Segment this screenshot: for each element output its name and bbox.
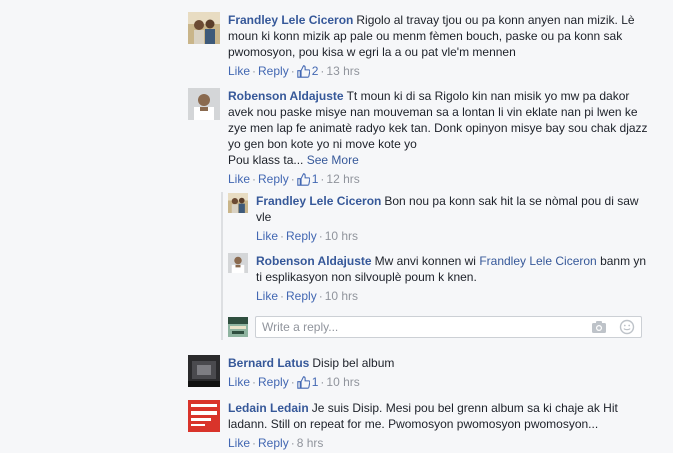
timestamp[interactable]: 13 hrs (326, 64, 359, 78)
reply-button[interactable]: Reply (286, 229, 317, 243)
reply-input[interactable] (256, 317, 588, 337)
reply-robenson: Robenson Aldajuste Mw anvi konnen wi Fran… (228, 253, 648, 305)
like-button[interactable]: Like (228, 64, 250, 78)
reply-button[interactable]: Reply (258, 436, 289, 450)
avatar[interactable] (188, 355, 220, 387)
comment-ledain: Ledain Ledain Je suis Disip. Mesi pou bel… (188, 400, 648, 453)
avatar (228, 317, 248, 337)
thumbs-up-icon (296, 375, 310, 389)
timestamp[interactable]: 8 hrs (297, 436, 324, 450)
avatar[interactable] (188, 400, 220, 432)
timestamp[interactable]: 10 hrs (325, 289, 358, 303)
comment-text: Frandley Lele Ciceron Rigolo al travay tj… (228, 13, 635, 59)
author-name[interactable]: Frandley Lele Ciceron (256, 194, 381, 208)
reply-actions: Like · Reply · 10 hrs (256, 229, 359, 243)
reply-text: Frandley Lele Ciceron Bon nou pa konn sak… (256, 194, 639, 224)
author-name[interactable]: Robenson Aldajuste (256, 254, 372, 268)
like-count[interactable]: 1 (296, 171, 318, 187)
camera-icon[interactable] (591, 320, 607, 334)
comment-robenson: Robenson Aldajuste Tt moun ki di sa Rigol… (188, 88, 648, 188)
like-button[interactable]: Like (228, 172, 250, 186)
comment-text: Bernard Latus Disip bel album (228, 356, 395, 370)
like-button[interactable]: Like (256, 289, 278, 303)
avatar[interactable] (188, 88, 220, 120)
like-button[interactable]: Like (228, 375, 250, 389)
reply-composer[interactable] (255, 316, 642, 338)
author-name[interactable]: Bernard Latus (228, 356, 309, 370)
see-more-link[interactable]: See More (307, 153, 359, 167)
timestamp[interactable]: 10 hrs (326, 375, 359, 389)
comment-actions: Like · Reply · 1 · 12 hrs (228, 171, 360, 187)
avatar[interactable] (228, 193, 248, 213)
comment-text: Ledain Ledain Je suis Disip. Mesi pou bel… (228, 401, 618, 431)
like-button[interactable]: Like (228, 436, 250, 450)
comment-text: Robenson Aldajuste Tt moun ki di sa Rigol… (228, 89, 648, 167)
comment-actions: Like · Reply · 1 · 10 hrs (228, 374, 360, 390)
comment-actions: Like · Reply · 8 hrs (228, 436, 324, 450)
mention-link[interactable]: Frandley Lele Ciceron (479, 254, 596, 268)
reply-thread-line (221, 192, 223, 340)
like-count[interactable]: 1 (296, 374, 318, 390)
like-button[interactable]: Like (256, 229, 278, 243)
thumbs-up-icon (296, 172, 310, 186)
comment-frandley: Frandley Lele Ciceron Rigolo al travay tj… (188, 12, 648, 82)
avatar[interactable] (188, 12, 220, 44)
reply-button[interactable]: Reply (286, 289, 317, 303)
avatar[interactable] (228, 253, 248, 273)
reply-button[interactable]: Reply (258, 375, 289, 389)
comment-bernard: Bernard Latus Disip bel album Like · Reply ·… (188, 355, 648, 395)
smiley-icon[interactable] (619, 319, 635, 335)
timestamp[interactable]: 12 hrs (326, 172, 359, 186)
reply-button[interactable]: Reply (258, 172, 289, 186)
thumbs-up-icon (296, 64, 310, 78)
timestamp[interactable]: 10 hrs (325, 229, 358, 243)
like-count[interactable]: 2 (296, 63, 318, 79)
comment-actions: Like · Reply · 2 · 13 hrs (228, 63, 360, 79)
reply-frandley: Frandley Lele Ciceron Bon nou pa konn sak… (228, 193, 648, 245)
author-name[interactable]: Frandley Lele Ciceron (228, 13, 353, 27)
author-name[interactable]: Robenson Aldajuste (228, 89, 344, 103)
reply-button[interactable]: Reply (258, 64, 289, 78)
reply-actions: Like · Reply · 10 hrs (256, 289, 359, 303)
author-name[interactable]: Ledain Ledain (228, 401, 309, 415)
reply-text: Robenson Aldajuste Mw anvi konnen wi Fran… (256, 254, 647, 284)
